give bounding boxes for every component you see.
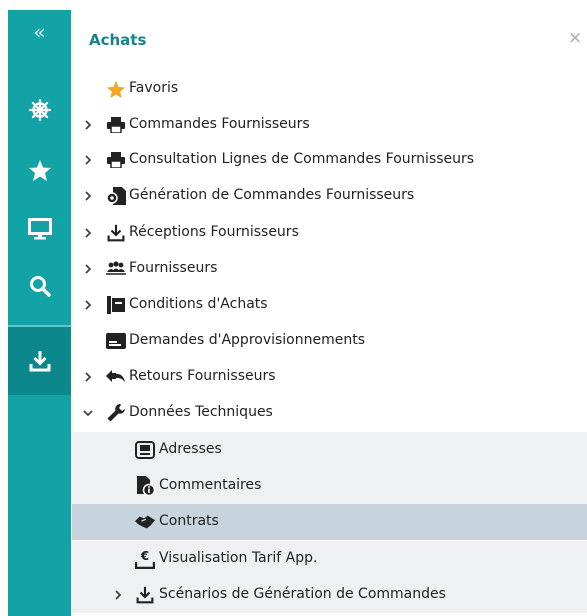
menu-item-scenarios-generation[interactable]: Scénarios de Génération de Commandes	[72, 577, 587, 613]
menu-item-donnees-techniques[interactable]: Données Techniques	[72, 395, 587, 431]
menu-item-receptions-fournisseurs[interactable]: Réceptions Fournisseurs	[72, 215, 587, 251]
card-icon	[106, 331, 126, 351]
star-icon[interactable]	[8, 148, 71, 192]
handshake-icon	[135, 512, 155, 532]
sidebar: «	[8, 10, 71, 616]
menu-item-label: Conditions d'Achats	[129, 296, 268, 312]
chevron-right-icon[interactable]	[82, 263, 94, 275]
chevron-right-icon[interactable]	[112, 589, 124, 601]
menu-item-label: Fournisseurs	[129, 260, 218, 276]
download-icon	[135, 585, 155, 605]
menu-item-label: Favoris	[129, 80, 179, 96]
menu-item-visualisation-tarif[interactable]: € Visualisation Tarif App.	[72, 541, 587, 577]
menu-item-label: Demandes d'Approvisionnements	[129, 332, 366, 348]
collapse-sidebar-button[interactable]: «	[8, 22, 71, 42]
menu-item-label: Consultation Lignes de Commandes Fournis…	[129, 151, 475, 167]
document-info-icon	[135, 476, 155, 496]
star-icon	[106, 79, 126, 99]
panel-title: Achats	[89, 31, 147, 49]
chevron-right-icon[interactable]	[82, 154, 94, 166]
menu-item-label: Adresses	[159, 441, 222, 457]
search-icon[interactable]	[8, 264, 71, 308]
address-book-icon	[106, 295, 126, 315]
menu-item-label: Réceptions Fournisseurs	[129, 224, 299, 240]
chevron-right-icon[interactable]	[82, 371, 94, 383]
download-icon[interactable]	[8, 325, 71, 395]
menu-item-commentaires[interactable]: Commentaires	[72, 468, 587, 504]
menu-item-label: Commentaires	[159, 477, 262, 493]
menu-item-label: Génération de Commandes Fournisseurs	[129, 187, 415, 203]
menu-item-generation-commandes[interactable]: Génération de Commandes Fournisseurs	[72, 178, 587, 214]
chevron-right-icon[interactable]	[82, 190, 94, 202]
chevron-right-icon[interactable]	[82, 227, 94, 239]
menu-item-label: Contrats	[159, 513, 219, 529]
menu-item-conditions-achats[interactable]: Conditions d'Achats	[72, 287, 587, 323]
chevron-right-icon[interactable]	[82, 299, 94, 311]
menu-item-demandes-approvisionnements[interactable]: Demandes d'Approvisionnements	[72, 323, 587, 359]
menu-item-label: Retours Fournisseurs	[129, 368, 276, 384]
return-icon	[106, 367, 126, 387]
address-card-icon	[135, 440, 155, 460]
menu-item-label: Données Techniques	[129, 404, 273, 420]
monitor-icon[interactable]	[8, 207, 71, 251]
menu-item-label: Commandes Fournisseurs	[129, 116, 310, 132]
menu-item-contrats[interactable]: Contrats	[72, 504, 587, 540]
chevron-right-icon[interactable]	[82, 119, 94, 131]
download-icon	[106, 223, 126, 243]
printer-icon	[106, 150, 126, 170]
menu-item-label: Visualisation Tarif App.	[159, 550, 318, 566]
menu-item-retours-fournisseurs[interactable]: Retours Fournisseurs	[72, 359, 587, 395]
menu-item-label: Scénarios de Génération de Commandes	[159, 586, 446, 602]
wrench-icon	[106, 403, 126, 423]
close-icon[interactable]: ×	[568, 28, 582, 48]
menu-item-consultation-lignes[interactable]: Consultation Lignes de Commandes Fournis…	[72, 142, 587, 178]
euro-tray-icon: €	[135, 549, 155, 569]
document-gear-icon	[106, 186, 126, 206]
chevron-down-icon[interactable]	[82, 407, 94, 419]
menu-item-adresses[interactable]: Adresses	[72, 432, 587, 468]
menu-item-commandes-fournisseurs[interactable]: Commandes Fournisseurs	[72, 107, 587, 143]
ship-wheel-icon[interactable]	[8, 88, 71, 132]
svg-text:€: €	[140, 549, 149, 563]
printer-icon	[106, 115, 126, 135]
menu-item-fournisseurs[interactable]: Fournisseurs	[72, 251, 587, 287]
menu-item-favoris[interactable]: Favoris	[72, 71, 587, 107]
group-icon	[106, 259, 126, 279]
